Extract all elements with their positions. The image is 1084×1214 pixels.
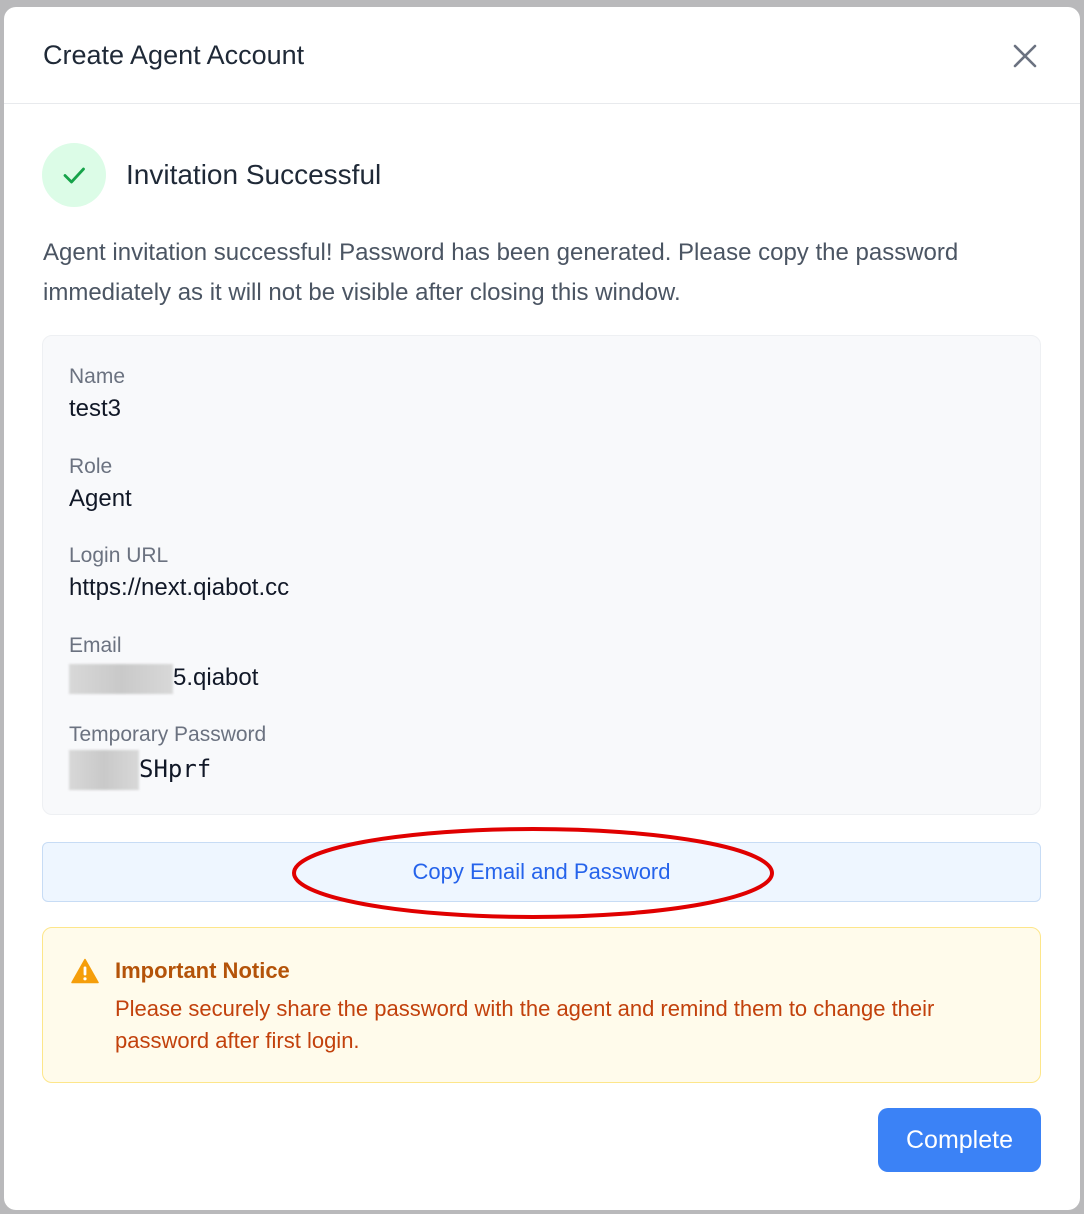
password-field: Temporary Password SHprf xyxy=(69,722,266,790)
complete-button[interactable]: Complete xyxy=(878,1108,1041,1172)
password-value: SHprf xyxy=(69,750,266,790)
success-title: Invitation Successful xyxy=(126,159,382,190)
warning-icon xyxy=(71,958,99,984)
role-field: Role Agent xyxy=(69,454,132,516)
check-icon xyxy=(63,167,85,184)
name-field: Name test3 xyxy=(69,364,125,426)
success-header: Invitation Successful xyxy=(42,143,381,207)
role-value: Agent xyxy=(69,485,132,512)
notice-text: Please securely share the password with … xyxy=(115,996,935,1053)
account-info-panel: Name test3 Role Agent Login URL https://… xyxy=(42,335,1041,815)
role-label: Role xyxy=(69,455,113,478)
email-label: Email xyxy=(69,634,122,657)
create-agent-modal: Create Agent Account Invitation Successf… xyxy=(4,7,1080,1210)
important-notice: Important Notice Please securely share t… xyxy=(42,927,1041,1083)
redacted-block xyxy=(69,750,139,790)
success-description: Agent invitation successful! Password ha… xyxy=(43,239,959,306)
email-visible-text: 5.qiabot xyxy=(173,664,259,691)
copy-email-password-button[interactable]: Copy Email and Password xyxy=(42,842,1041,902)
password-visible-text: SHprf xyxy=(139,755,212,783)
login-url-field: Login URL https://next.qiabot.cc xyxy=(69,543,289,605)
name-label: Name xyxy=(69,365,126,388)
close-icon xyxy=(1013,44,1037,68)
notice-title: Important Notice xyxy=(115,958,290,983)
login-url-label: Login URL xyxy=(69,544,169,567)
modal-header: Create Agent Account xyxy=(4,7,1080,104)
name-value: test3 xyxy=(69,395,122,422)
email-value: 5.qiabot xyxy=(69,661,258,695)
password-label: Temporary Password xyxy=(69,723,267,746)
login-url-value: https://next.qiabot.cc xyxy=(69,574,290,601)
redacted-block xyxy=(69,663,173,694)
modal-title: Create Agent Account xyxy=(43,40,305,70)
close-button[interactable] xyxy=(1010,41,1040,71)
success-badge xyxy=(42,143,106,207)
email-field: Email 5.qiabot xyxy=(69,633,258,695)
